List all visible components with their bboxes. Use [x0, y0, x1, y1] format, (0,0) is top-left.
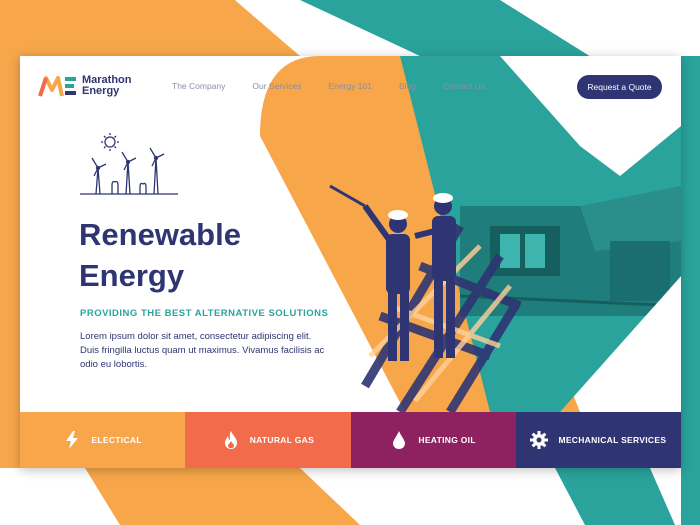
hero-card: Marathon Energy The Company Our Services…: [20, 56, 681, 468]
service-natural-gas[interactable]: NATURAL GAS: [185, 412, 351, 468]
services-bar: ELECTICAL NATURAL GAS HEATING OIL MECHAN…: [20, 412, 681, 468]
nav-item-blog[interactable]: Blog: [399, 81, 416, 91]
service-electrical[interactable]: ELECTICAL: [20, 412, 186, 468]
hero-title-line2: Energy: [79, 258, 185, 293]
nav-item-our-services[interactable]: Our Services: [252, 81, 301, 91]
brand-name-line2: Energy: [82, 85, 120, 97]
lightning-bolt-icon: [63, 431, 81, 449]
service-heating-oil[interactable]: HEATING OIL: [350, 412, 516, 468]
logo-mark-icon: [38, 76, 76, 97]
gear-icon: [530, 431, 549, 449]
brand-name: Marathon Energy: [82, 75, 132, 97]
service-mechanical[interactable]: MECHANICAL SERVICES: [515, 412, 681, 468]
request-quote-button[interactable]: Request a Quote: [577, 75, 662, 99]
hero-body-text: Lorem ipsum dolor sit amet, consectetur …: [80, 331, 325, 370]
flame-icon: [222, 431, 240, 449]
wind-turbines-sun-icon: [80, 133, 178, 195]
nav-item-energy-101[interactable]: Energy 101: [329, 81, 372, 91]
service-label: ELECTICAL: [91, 435, 142, 445]
brand-logo[interactable]: Marathon Energy: [38, 74, 132, 98]
main-nav: The Company Our Services Energy 101 Blog…: [172, 81, 512, 91]
oil-drop-icon: [390, 431, 408, 449]
service-label: NATURAL GAS: [249, 435, 315, 445]
nav-item-the-company[interactable]: The Company: [172, 81, 225, 91]
hero-title: Renewable Energy: [79, 214, 241, 296]
hero-title-line1: Renewable: [79, 217, 241, 252]
nav-item-contact-us[interactable]: Contact Us: [443, 81, 485, 91]
hero-subtitle: PROVIDING THE BEST ALTERNATIVE SOLUTIONS: [80, 308, 329, 319]
service-label: HEATING OIL: [418, 435, 476, 445]
service-label: MECHANICAL SERVICES: [558, 435, 667, 445]
